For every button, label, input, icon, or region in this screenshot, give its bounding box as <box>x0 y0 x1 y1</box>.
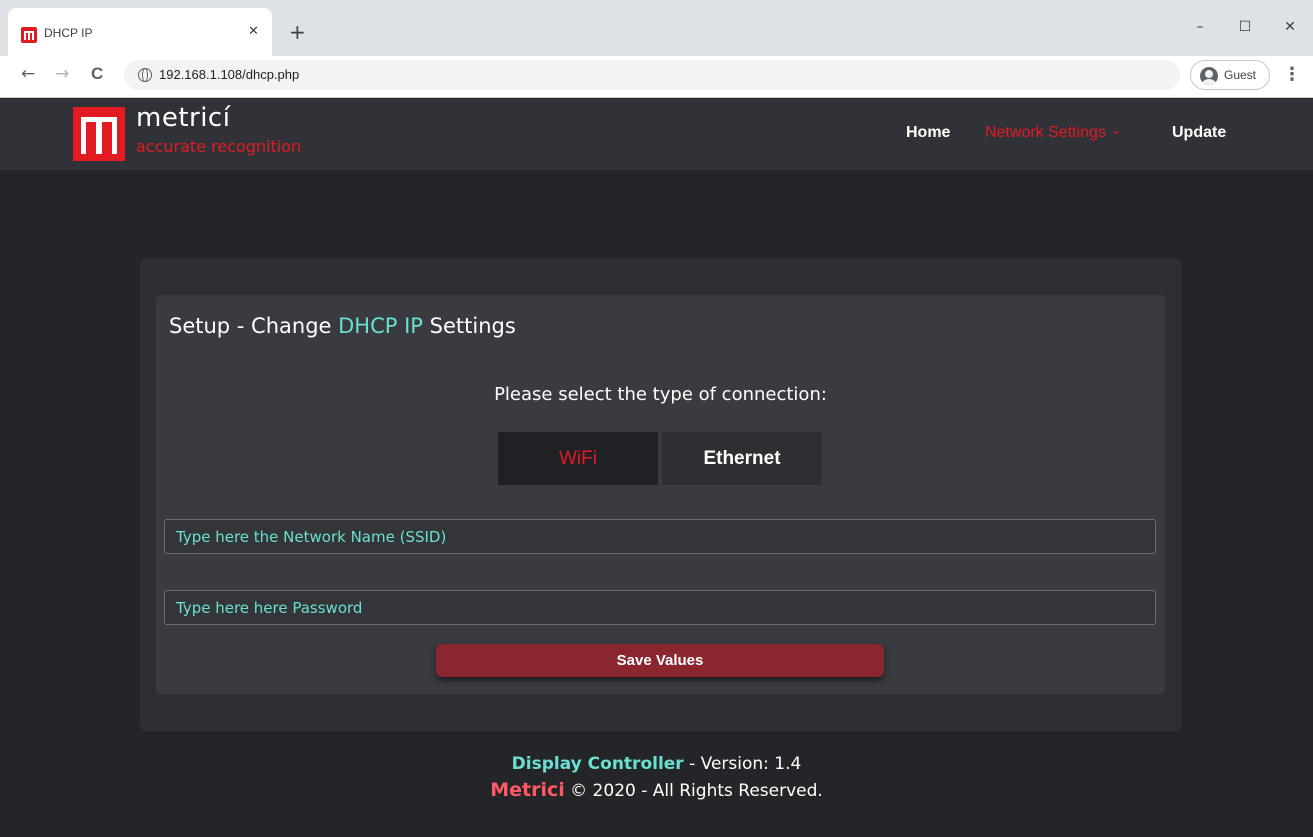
kebab-menu-icon[interactable]: ⋮ <box>1283 64 1301 85</box>
save-values-button[interactable]: Save Values <box>436 644 884 677</box>
nav-network-settings-label: Network Settings <box>985 124 1106 141</box>
address-bar[interactable]: 192.168.1.108/dhcp.php <box>124 60 1180 90</box>
nav-update[interactable]: Update <box>1172 124 1226 142</box>
password-input[interactable] <box>164 590 1156 625</box>
title-accent: DHCP IP <box>338 314 423 338</box>
back-arrow-icon[interactable]: ← <box>21 64 35 84</box>
browser-toolbar: ← → C 192.168.1.108/dhcp.php Guest ⋮ <box>0 56 1313 98</box>
tab-title: DHCP IP <box>44 26 93 40</box>
ethernet-option-button[interactable]: Ethernet <box>662 432 822 485</box>
nav-home[interactable]: Home <box>906 124 950 142</box>
footer-company: Metrici <box>490 779 565 801</box>
ssid-input[interactable] <box>164 519 1156 554</box>
footer-copyright-line: Metrici © 2020 - All Rights Reserved. <box>0 779 1313 801</box>
brand-name: metricí <box>136 103 231 133</box>
footer-copyright: © 2020 - All Rights Reserved. <box>564 781 823 801</box>
chevron-down-icon: ⌄ <box>1110 122 1122 137</box>
footer-version-line: Display Controller - Version: 1.4 <box>0 754 1313 774</box>
tab-close-icon[interactable]: ✕ <box>248 24 259 39</box>
footer-product: Display Controller <box>511 754 684 774</box>
title-suffix: Settings <box>422 314 516 338</box>
browser-tabstrip: DHCP IP ✕ + – ☐ ✕ <box>0 0 1313 56</box>
page-title: Setup - Change DHCP IP Settings <box>169 314 516 338</box>
minimize-icon[interactable]: – <box>1177 12 1223 42</box>
brand-tagline: accurate recognition <box>136 137 302 156</box>
new-tab-plus-icon[interactable]: + <box>289 20 306 44</box>
profile-icon <box>1200 67 1218 85</box>
wifi-option-button[interactable]: WiFi <box>498 432 658 485</box>
forward-arrow-icon[interactable]: → <box>55 64 69 84</box>
title-prefix: Setup - Change <box>169 314 339 338</box>
profile-label: Guest <box>1224 68 1257 82</box>
connection-prompt: Please select the type of connection: <box>494 384 827 405</box>
browser-tab[interactable]: DHCP IP ✕ <box>8 8 272 56</box>
content-panel: Setup - Change DHCP IP Settings Please s… <box>140 258 1182 731</box>
site-header: metricí accurate recognition Home Networ… <box>0 99 1313 170</box>
footer-version: - Version: 1.4 <box>683 754 802 774</box>
settings-card: Setup - Change DHCP IP Settings Please s… <box>156 295 1165 694</box>
metrici-favicon-icon <box>21 27 37 43</box>
profile-button[interactable]: Guest <box>1190 60 1270 90</box>
url-text: 192.168.1.108/dhcp.php <box>159 67 300 82</box>
nav-network-settings[interactable]: Network Settings ⌄ <box>985 122 1122 142</box>
window-close-icon[interactable]: ✕ <box>1267 12 1313 42</box>
maximize-icon[interactable]: ☐ <box>1222 12 1268 42</box>
metrici-logo-icon[interactable] <box>73 107 125 161</box>
reload-icon[interactable]: C <box>91 64 103 84</box>
globe-icon <box>138 68 152 82</box>
